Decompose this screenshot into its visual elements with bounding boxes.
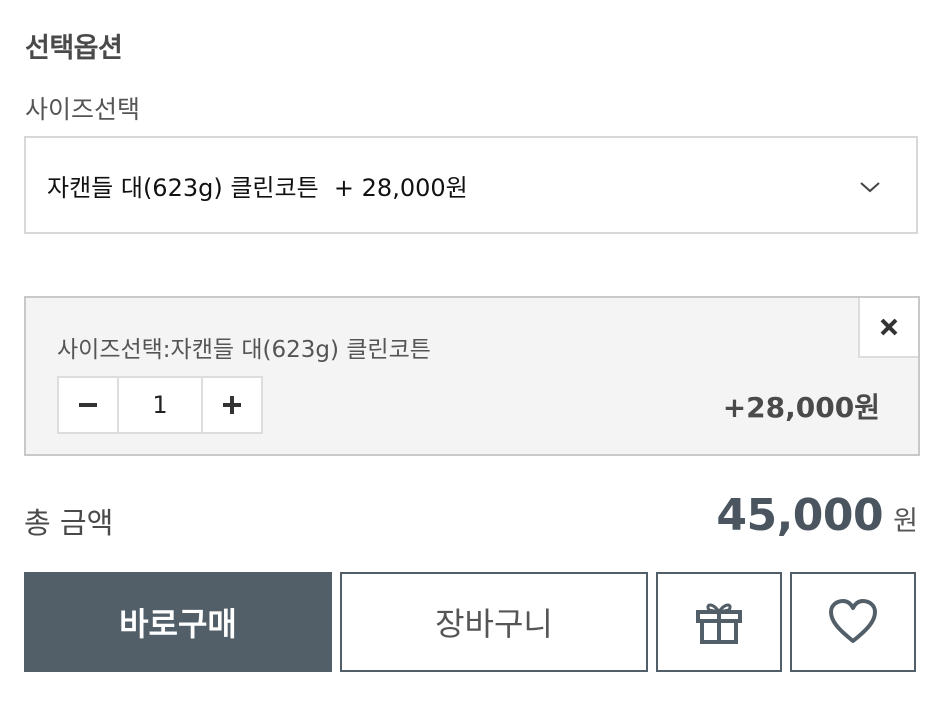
add-to-cart-button[interactable]: 장바구니 [340,572,648,672]
total-amount-unit: 원 [893,506,918,537]
size-select-value: 자캔들 대(623g) 클린코튼 + 28,000원 [47,173,468,202]
size-select-dropdown[interactable]: 자캔들 대(623g) 클린코튼 + 28,000원 [24,136,918,234]
chevron-down-icon [860,182,880,193]
wishlist-button[interactable] [790,572,916,672]
selected-option-panel: 사이즈선택:자캔들 대(623g) 클린코튼 1 +28,000원 [24,296,920,456]
total-amount-label: 총 금액 [24,506,114,540]
buy-now-button[interactable]: 바로구매 [24,572,332,672]
total-amount-value: 45,000 [716,490,884,541]
size-select-label: 사이즈선택 [25,95,141,124]
options-section-title: 선택옵션 [25,33,123,64]
gift-button[interactable] [656,572,782,672]
quantity-stepper: 1 [57,376,263,434]
total-amount: 45,000 원 [716,490,918,541]
gift-icon [696,603,742,644]
plus-icon [223,396,241,414]
quantity-increase-button[interactable] [201,378,261,432]
minus-icon [79,403,97,407]
close-icon [880,318,898,336]
selected-option-name: 사이즈선택:자캔들 대(623g) 클린코튼 [57,337,431,363]
quantity-decrease-button[interactable] [59,378,119,432]
remove-option-button[interactable] [858,298,918,358]
quantity-value[interactable]: 1 [119,378,201,432]
heart-icon [829,599,877,643]
selected-option-price: +28,000원 [722,391,880,424]
